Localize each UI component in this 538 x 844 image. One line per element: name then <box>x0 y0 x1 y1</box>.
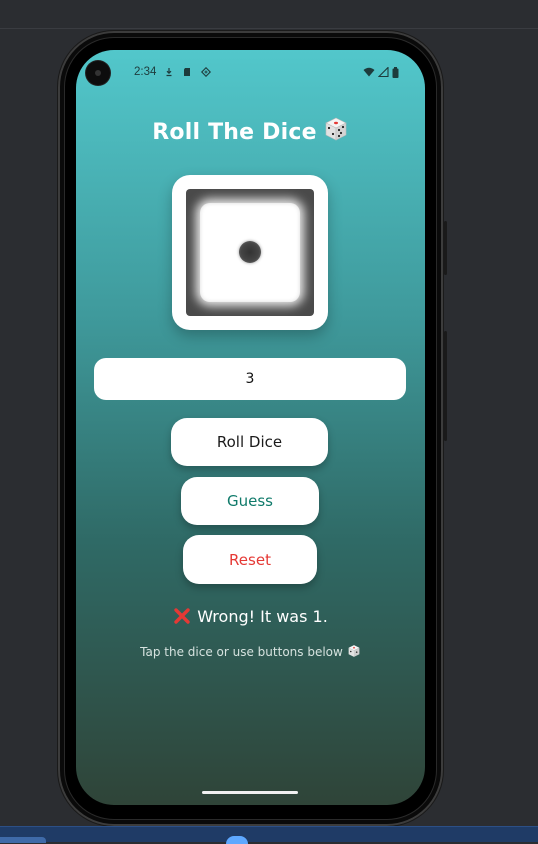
status-time: 2:34 <box>134 66 157 78</box>
host-taskbar <box>0 826 538 844</box>
status-bar: 2:34 <box>76 50 425 98</box>
guess-button[interactable]: Guess <box>181 477 319 525</box>
phone-screen: 2:34 Roll The Dice 3 Roll Dice Guess Res… <box>76 50 425 805</box>
taskbar-item[interactable] <box>0 837 46 843</box>
app-title: Roll The Dice <box>152 120 317 145</box>
dice-pip <box>239 241 261 263</box>
wifi-icon <box>363 67 375 77</box>
dice-display[interactable] <box>172 175 328 330</box>
signal-icon <box>378 67 389 77</box>
download-icon <box>166 68 172 77</box>
app-title-row: Roll The Dice <box>76 116 425 145</box>
dice-icon <box>325 117 347 141</box>
result-message: Wrong! It was 1. <box>76 607 425 626</box>
reset-button[interactable]: Reset <box>183 535 317 584</box>
window-divider <box>0 28 538 29</box>
home-indicator[interactable] <box>202 791 298 794</box>
dice-face <box>200 203 300 302</box>
taskbar-app-icon[interactable] <box>226 836 248 844</box>
dice-frame <box>186 189 314 316</box>
result-text: Wrong! It was 1. <box>197 607 328 626</box>
dice-icon <box>348 645 360 657</box>
volume-button[interactable] <box>444 331 447 441</box>
status-right-icons <box>363 66 399 78</box>
guess-input[interactable] <box>94 358 406 400</box>
front-camera <box>86 61 110 85</box>
hint-message: Tap the dice or use buttons below <box>76 644 425 659</box>
roll-dice-button[interactable]: Roll Dice <box>171 418 328 466</box>
power-button[interactable] <box>444 221 447 275</box>
battery-icon <box>392 66 399 78</box>
sd-card-icon <box>184 68 190 76</box>
hint-text: Tap the dice or use buttons below <box>140 645 343 659</box>
sync-icon <box>201 67 211 77</box>
red-x-icon <box>174 608 190 624</box>
